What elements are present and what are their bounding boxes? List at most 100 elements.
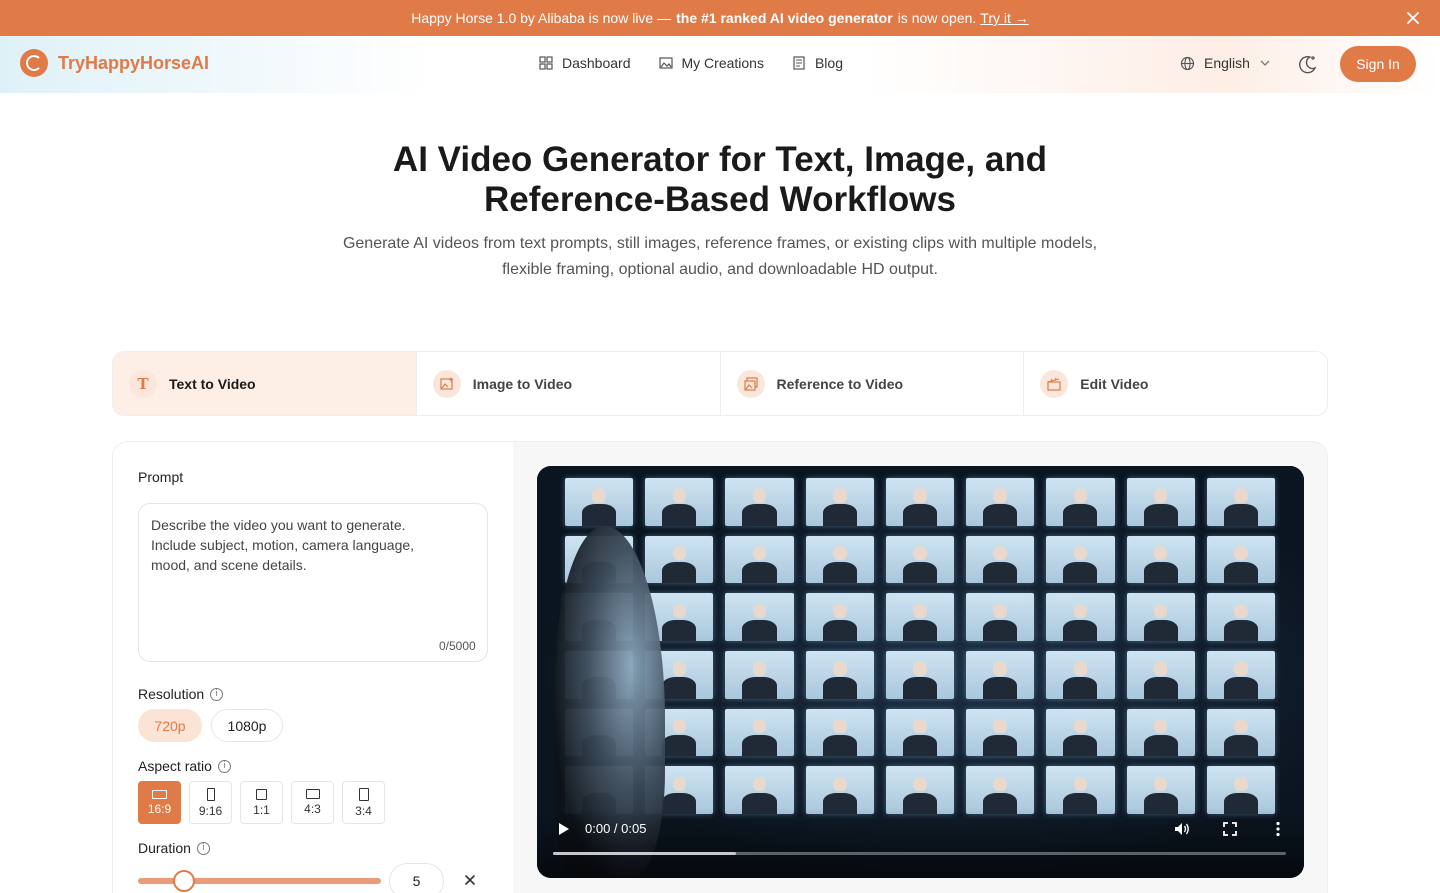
aspect-3-4-label: 3:4	[355, 803, 372, 818]
image-plus-icon	[432, 369, 461, 398]
monitor-screen	[885, 651, 955, 699]
aspect-9-16-label: 9:16	[198, 803, 223, 818]
preview-area: 0:00 / 0:05	[513, 442, 1327, 893]
brand-name: TryHappyHorseAI	[58, 52, 210, 73]
chevron-down-icon	[1260, 60, 1270, 66]
announcement-prefix: Happy Horse 1.0 by Alibaba is now live —	[411, 10, 672, 26]
resolution-1080p-button[interactable]: 1080p	[211, 709, 283, 742]
info-icon[interactable]: i	[196, 841, 210, 855]
brand-logo[interactable]: TryHappyHorseAI	[20, 49, 209, 77]
nav-my-creations[interactable]: My Creations	[658, 55, 764, 71]
aspect-ratio-label: Aspect ratio i	[138, 758, 231, 774]
video-controls	[537, 808, 1304, 878]
info-icon[interactable]: i	[217, 759, 231, 773]
duration-input[interactable]: 5	[389, 863, 444, 893]
announcement-try-link[interactable]: Try it →	[980, 10, 1028, 26]
monitor-screen	[805, 651, 874, 699]
generator-panel: Prompt 0/5000 Resolution i 720p 1080p As…	[112, 441, 1328, 893]
monitor-screen	[1126, 478, 1195, 526]
clapperboard-icon	[1040, 369, 1069, 398]
monitor-screen	[805, 593, 874, 641]
duration-label-text: Duration	[138, 840, 191, 856]
monitor-screen	[1206, 535, 1275, 584]
monitor-screen	[805, 535, 874, 584]
aspect-16-9-label: 16:9	[147, 801, 172, 816]
monitor-screen	[645, 535, 714, 584]
text-icon: T	[129, 369, 157, 398]
monitor-screen	[885, 535, 955, 584]
monitor-screen	[725, 478, 794, 526]
aspect-16-9-button[interactable]: 16:9	[138, 781, 181, 824]
monitor-screen	[1046, 535, 1115, 584]
language-label: English	[1204, 55, 1250, 71]
monitor-screen	[805, 708, 874, 757]
landscape-frame-icon	[152, 789, 167, 799]
monitor-screen	[885, 708, 955, 757]
language-selector[interactable]: English	[1180, 55, 1271, 71]
play-icon[interactable]	[557, 822, 571, 836]
monitor-screen	[725, 766, 794, 814]
more-vertical-icon[interactable]	[1269, 820, 1287, 838]
monitor-screen	[966, 708, 1035, 757]
monitor-screen	[1126, 708, 1195, 757]
monitor-screen	[1046, 593, 1115, 641]
tab-edit-video[interactable]: Edit Video	[1024, 352, 1327, 415]
monitor-screen	[885, 593, 955, 641]
aspect-1-1-button[interactable]: 1:1	[240, 781, 283, 824]
monitor-screen	[1126, 535, 1195, 584]
nav-dashboard-label: Dashboard	[562, 55, 631, 71]
monitor-screen	[1126, 593, 1195, 641]
resolution-label-text: Resolution	[138, 686, 205, 702]
tab-text-to-video-label: Text to Video	[169, 375, 256, 392]
close-icon[interactable]	[463, 873, 477, 887]
portrait-frame-icon	[206, 787, 215, 801]
monitor-screen	[966, 478, 1035, 526]
document-icon	[793, 56, 805, 70]
page-title-line-1: AI Video Generator for Text, Image, and	[392, 140, 1048, 179]
aspect-4-3-button[interactable]: 4:3	[291, 781, 334, 824]
monitor-screen	[1046, 708, 1115, 757]
sign-in-button[interactable]: Sign In	[1340, 46, 1416, 82]
announcement-strong: the #1 ranked AI video generator	[676, 10, 893, 26]
announcement-suffix: is now open.	[897, 10, 977, 26]
info-icon[interactable]: i	[210, 687, 224, 701]
tab-reference-to-video-label: Reference to Video	[776, 375, 904, 392]
nav-blog[interactable]: Blog	[792, 55, 843, 71]
close-icon[interactable]	[1404, 9, 1422, 27]
monitor-screen	[1046, 766, 1115, 814]
prompt-label: Prompt	[138, 469, 183, 485]
grid-icon	[539, 56, 553, 70]
video-time: 0:00 / 0:05	[585, 821, 647, 836]
aspect-3-4-button[interactable]: 3:4	[342, 781, 385, 824]
square-frame-icon	[256, 788, 267, 800]
resolution-720p-button[interactable]: 720p	[138, 709, 202, 742]
fullscreen-icon[interactable]	[1221, 820, 1239, 838]
tab-text-to-video[interactable]: T Text to Video	[113, 352, 417, 415]
site-header: TryHappyHorseAI Dashboard My Creations B…	[0, 36, 1440, 93]
aspect-1-1-label: 1:1	[253, 802, 270, 817]
nav-blog-label: Blog	[814, 55, 843, 71]
image-stack-icon	[736, 369, 765, 398]
duration-slider-thumb[interactable]	[173, 870, 196, 892]
portrait-frame-icon	[358, 787, 369, 801]
video-progress-bar[interactable]	[553, 852, 1286, 855]
page-title: AI Video Generator for Text, Image, and …	[0, 140, 1440, 220]
tab-image-to-video-label: Image to Video	[472, 375, 573, 392]
prompt-input[interactable]	[138, 503, 488, 662]
monitor-screen	[725, 535, 794, 584]
tab-image-to-video[interactable]: Image to Video	[417, 352, 721, 415]
volume-icon[interactable]	[1173, 820, 1191, 838]
aspect-9-16-button[interactable]: 9:16	[189, 781, 232, 824]
video-player[interactable]: 0:00 / 0:05	[537, 466, 1304, 878]
aspect-4-3-label: 4:3	[304, 802, 321, 816]
monitor-screen	[645, 478, 714, 526]
prompt-label-text: Prompt	[138, 469, 184, 485]
monitor-screen	[1206, 478, 1275, 526]
mode-tabs: T Text to Video Image to Video Reference…	[112, 351, 1328, 416]
nav-dashboard[interactable]: Dashboard	[539, 55, 631, 71]
monitor-screen	[725, 651, 794, 699]
monitor-screen	[1046, 651, 1115, 699]
monitor-screen	[885, 766, 955, 814]
tab-reference-to-video[interactable]: Reference to Video	[721, 352, 1025, 415]
moon-icon[interactable]	[1296, 53, 1318, 75]
